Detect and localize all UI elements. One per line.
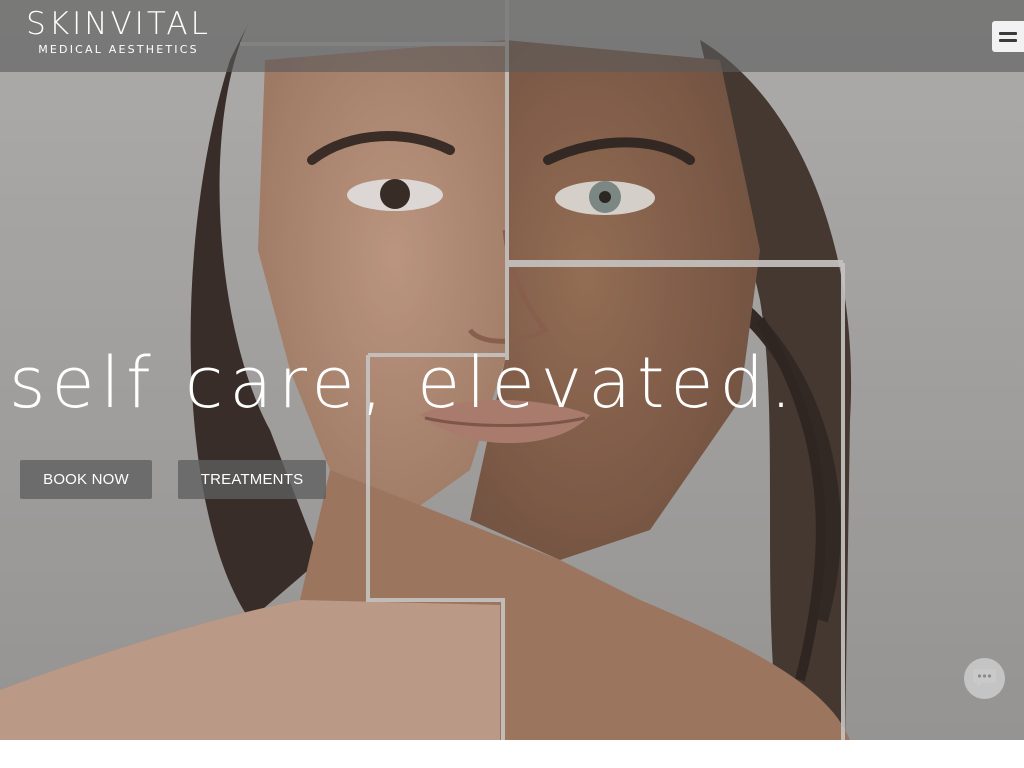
page-content-edge bbox=[0, 740, 1024, 768]
site-header: SKINVITAL MEDICAL AESTHETICS bbox=[0, 0, 1024, 72]
menu-button[interactable] bbox=[992, 21, 1024, 52]
brand-logo[interactable]: SKINVITAL MEDICAL AESTHETICS bbox=[11, 7, 226, 59]
brand-name: SKINVITAL bbox=[26, 6, 211, 42]
chat-bubble-icon bbox=[973, 669, 996, 688]
hamburger-menu-icon bbox=[999, 32, 1017, 35]
treatments-button[interactable]: TREATMENTS bbox=[178, 460, 326, 499]
hamburger-menu-icon bbox=[999, 39, 1017, 42]
brand-tagline: MEDICAL AESTHETICS bbox=[38, 43, 199, 56]
chat-widget-button[interactable] bbox=[964, 658, 1005, 699]
hero-headline: self care, elevated. bbox=[9, 342, 799, 424]
book-now-button[interactable]: BOOK NOW bbox=[20, 460, 152, 499]
